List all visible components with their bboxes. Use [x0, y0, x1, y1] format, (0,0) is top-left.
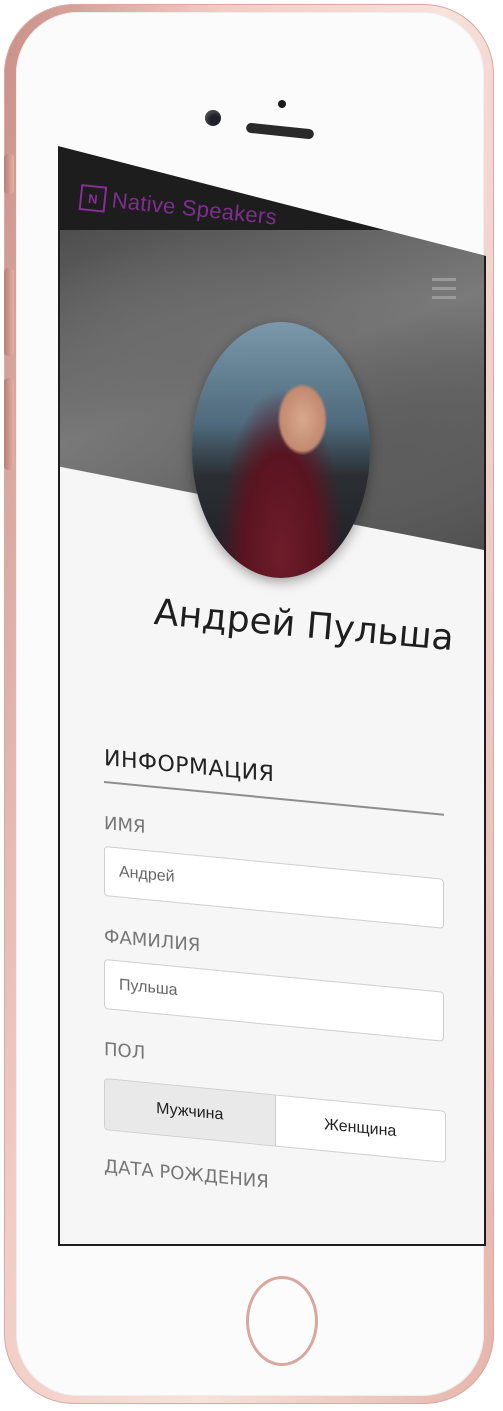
proximity-sensor	[278, 100, 286, 108]
volume-up-button	[4, 268, 14, 356]
section-title: ИНФОРМАЦИЯ	[104, 746, 275, 788]
front-camera	[205, 110, 221, 126]
brand-logo-icon: N	[78, 184, 108, 213]
gender-option-male[interactable]: Мужчина	[105, 1079, 276, 1146]
birthdate-label: ДАТА РОЖДЕНИЯ	[104, 1156, 269, 1193]
gender-option-female[interactable]: Женщина	[275, 1095, 445, 1162]
home-button[interactable]	[246, 1276, 318, 1366]
profile-form: ИНФОРМАЦИЯ ИМЯ Андрей ФАМИЛИЯ Пульша ПОЛ…	[104, 746, 446, 1210]
app-screen: N Native Speakers Андрей Пульша ИНФОРМАЦ…	[58, 146, 486, 1246]
hamburger-menu-icon[interactable]	[432, 278, 456, 299]
gender-selector: Мужчина Женщина	[104, 1078, 446, 1163]
avatar	[192, 322, 370, 578]
profile-name: Андрей Пульша	[152, 592, 456, 660]
volume-down-button	[4, 378, 14, 470]
mute-switch	[4, 154, 14, 194]
